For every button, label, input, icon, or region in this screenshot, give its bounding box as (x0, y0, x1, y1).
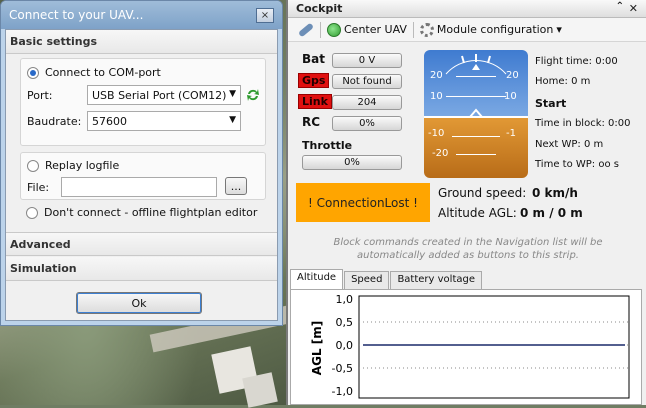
cockpit-toolbar: Center UAV Module configuration ▾ (288, 18, 646, 42)
time-in-block: Time in block: 0:00 (535, 118, 631, 129)
connect-dialog: Connect to your UAV... × Basic settings … (0, 0, 283, 326)
port-value: USB Serial Port (COM12) (92, 88, 227, 102)
browse-button[interactable]: ... (225, 177, 247, 195)
chevron-down-icon: ▾ (556, 23, 562, 36)
throttle-bar: 0% (302, 155, 402, 170)
radio-selected-icon (27, 66, 39, 79)
center-uav-button[interactable]: Center UAV (327, 22, 407, 37)
file-input[interactable] (61, 177, 217, 197)
radio-replay-logfile[interactable]: Replay logfile (27, 159, 119, 172)
y-tick-label: -1,0 (332, 385, 353, 398)
radio-unselected-icon (27, 159, 39, 172)
toolbar-separator (412, 21, 414, 38)
section-simulation[interactable]: Simulation (6, 257, 277, 281)
file-label: File: (27, 181, 50, 194)
radio-connect-com[interactable]: Connect to COM-port (27, 66, 161, 79)
ground-speed-label: Ground speed: (438, 186, 527, 200)
cockpit-title-bar: Cockpit ⌃ ✕ (288, 0, 646, 18)
gear-icon (419, 22, 434, 37)
y-tick-label: 0,0 (336, 339, 354, 352)
logfile-group: Replay logfile File: ... (20, 152, 266, 200)
dialog-title: Connect to your UAV... (1, 1, 282, 29)
tab-speed[interactable]: Speed (344, 271, 390, 290)
chevron-down-icon: ▼ (229, 115, 236, 125)
home-distance: Home: 0 m (535, 76, 591, 87)
y-axis-label: AGL [m] (310, 321, 324, 375)
artificial-horizon: 20 20 10 10 -10 -1 -20 (424, 50, 528, 178)
module-config-button[interactable]: Module configuration ▾ (419, 22, 562, 37)
center-uav-label: Center UAV (344, 23, 407, 36)
throttle-label: Throttle (302, 139, 353, 152)
globe-icon (327, 22, 341, 37)
time-to-wp: Time to WP: oo s (535, 159, 619, 170)
uav-icon[interactable] (297, 22, 315, 37)
section-basic-settings[interactable]: Basic settings (6, 30, 277, 54)
bat-label: Bat (302, 52, 325, 66)
radio-unselected-icon (26, 206, 38, 219)
rc-value: 0% (332, 116, 402, 131)
y-tick-label: 1,0 (336, 293, 354, 306)
altitude-chart-panel: 1,0 0,5 0,0 -0,5 -1,0 AGL [m] (290, 289, 642, 405)
altitude-chart: 1,0 0,5 0,0 -0,5 -1,0 AGL [m] (310, 293, 630, 399)
baudrate-value: 57600 (92, 114, 127, 128)
port-select[interactable]: USB Serial Port (COM12) ▼ (87, 85, 241, 105)
chevron-down-icon: ▼ (229, 89, 236, 99)
block-name: Start (535, 97, 567, 110)
gps-value: Not found (332, 74, 402, 89)
ground-speed-value: 0 km/h (532, 186, 578, 200)
radio-dont-connect[interactable]: Don't connect - offline flightplan edito… (26, 206, 257, 219)
radio-replay-label: Replay logfile (45, 159, 120, 172)
altitude-value: 0 m / 0 m (520, 206, 583, 220)
plot-frame (358, 295, 630, 399)
horizon-overlay (445, 54, 507, 118)
y-tick-label: 0,5 (336, 316, 354, 329)
map-building (242, 372, 278, 408)
chevron-up-icon[interactable]: ⌃ (616, 1, 624, 12)
refresh-icon[interactable] (245, 87, 261, 103)
close-icon[interactable]: ✕ (629, 2, 638, 15)
baudrate-select[interactable]: 57600 ▼ (87, 111, 241, 131)
gps-label: Gps (298, 73, 330, 88)
baudrate-label: Baudrate: (27, 115, 82, 128)
close-button[interactable]: × (256, 8, 274, 23)
com-port-group: Connect to COM-port Port: USB Serial Por… (20, 58, 266, 146)
link-value: 204 (332, 95, 402, 110)
y-tick-label: -0,5 (332, 362, 353, 375)
link-label: Link (298, 94, 332, 109)
block-commands-note: Block commands created in the Navigation… (333, 237, 603, 261)
section-advanced[interactable]: Advanced (6, 232, 277, 256)
radio-connect-com-label: Connect to COM-port (45, 66, 161, 79)
tab-battery-voltage[interactable]: Battery voltage (390, 271, 482, 290)
port-label: Port: (27, 89, 53, 102)
ok-button[interactable]: Ok (76, 292, 202, 314)
next-wp: Next WP: 0 m (535, 139, 604, 150)
flight-time: Flight time: 0:00 (535, 56, 618, 67)
toolbar-separator (320, 21, 321, 38)
rc-label: RC (302, 115, 321, 129)
bat-value: 0 V (332, 53, 402, 68)
connection-lost-banner: ! ConnectionLost ! (296, 183, 430, 222)
tab-altitude[interactable]: Altitude (290, 269, 344, 290)
dialog-body: Basic settings Connect to COM-port Port:… (5, 29, 278, 321)
cockpit-title: Cockpit (296, 2, 343, 15)
module-config-label: Module configuration (436, 23, 554, 36)
radio-dont-connect-label: Don't connect - offline flightplan edito… (44, 206, 258, 219)
altitude-label: Altitude AGL: (438, 206, 517, 220)
chart-tabs: Altitude Speed Battery voltage (290, 269, 483, 290)
